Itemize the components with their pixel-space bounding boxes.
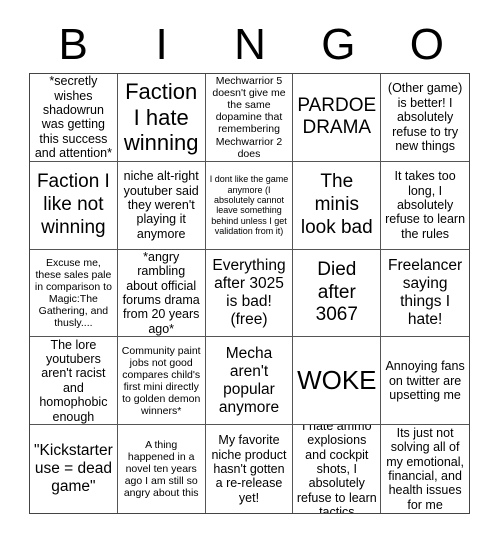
bingo-cell[interactable]: "Kickstarter use = dead game"	[30, 425, 118, 513]
bingo-cell[interactable]: PARDOE DRAMA	[293, 74, 382, 162]
bingo-cell[interactable]: The lore youtubers aren't racist and hom…	[30, 337, 118, 426]
header-letter-o: O	[409, 20, 444, 69]
bingo-cell[interactable]: niche alt-right youtuber said they weren…	[117, 161, 206, 250]
bingo-cell[interactable]: I dont like the game anymore (I absolute…	[205, 161, 294, 250]
bingo-cell[interactable]: Died after 3067	[293, 249, 382, 338]
bingo-cell[interactable]: Freelancer saying things I hate!	[381, 250, 469, 338]
bingo-cell[interactable]: The minis look bad	[293, 161, 382, 250]
header-letter-g: G	[321, 20, 356, 69]
header-letter-b: B	[58, 20, 88, 69]
bingo-cell[interactable]: My favorite niche product hasn't gotten …	[206, 425, 294, 513]
bingo-cell[interactable]: *secretly wishes shadowrun was getting t…	[30, 74, 118, 162]
header-letter-n: N	[234, 20, 266, 69]
bingo-cell[interactable]: I hate ammo explosions and cockpit shots…	[293, 425, 382, 513]
bingo-cell[interactable]: Mechwarrior 5 doesn't give me the same d…	[205, 74, 294, 162]
bingo-cell[interactable]: WOKE	[293, 337, 382, 426]
bingo-cell[interactable]: It takes too long, I absolutely refuse t…	[381, 162, 469, 250]
bingo-cell free-space[interactable]: Everything after 3025 is bad! (free)	[205, 249, 294, 338]
bingo-cell[interactable]: Mecha aren't popular anymore	[205, 337, 294, 426]
bingo-cell[interactable]: Excuse me, these sales pale in compariso…	[30, 249, 118, 338]
bingo-cell[interactable]: (Other game) is better! I absolutely ref…	[381, 74, 469, 162]
bingo-grid: *secretly wishes shadowrun was getting t…	[29, 73, 470, 514]
bingo-cell[interactable]: A thing happened in a novel ten years ag…	[118, 425, 206, 513]
bingo-header: B I N G O	[29, 20, 471, 70]
bingo-cell[interactable]: *angry rambling about official forums dr…	[117, 249, 206, 338]
bingo-cell[interactable]: Annoying fans on twitter are upsetting m…	[381, 337, 469, 426]
header-letter-i: I	[155, 20, 168, 69]
bingo-cell[interactable]: Faction I like not winning	[30, 161, 118, 250]
bingo-cell[interactable]: Community paint jobs not good compares c…	[117, 337, 206, 426]
bingo-cell[interactable]: Its just not solving all of my emotional…	[381, 425, 469, 513]
bingo-cell[interactable]: Faction I hate winning	[117, 74, 206, 162]
